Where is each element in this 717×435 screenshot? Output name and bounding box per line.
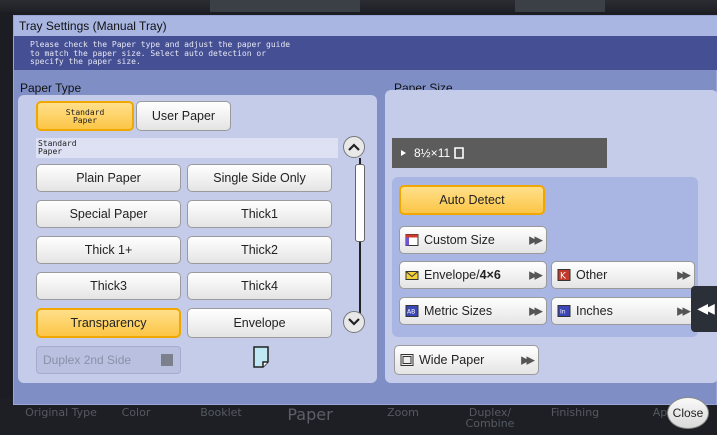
option-transparency[interactable]: Transparency xyxy=(36,308,181,338)
option-plain-paper[interactable]: Plain Paper xyxy=(36,164,181,192)
top-chrome xyxy=(0,0,717,12)
wide-paper-icon xyxy=(400,354,414,366)
instruction-text: Please check the Paper type and adjust t… xyxy=(14,36,717,70)
duplex-2nd-side-button: Duplex 2nd Side xyxy=(36,346,181,374)
option-single-side-only[interactable]: Single Side Only xyxy=(187,164,332,192)
envelope-size-text: 4×6 xyxy=(479,268,501,282)
other-label: Other xyxy=(576,268,608,282)
chevron-down-icon xyxy=(348,318,360,326)
envelope-icon xyxy=(405,271,419,280)
scrollbar-thumb[interactable] xyxy=(355,164,365,242)
double-chevron-right-icon: ▶▶ xyxy=(529,305,543,318)
bg-tab-finishing: Finishing xyxy=(550,406,600,419)
custom-size-icon xyxy=(405,234,419,246)
scroll-down-button[interactable] xyxy=(343,311,365,333)
current-size-text: 8½×11 xyxy=(414,146,451,160)
double-chevron-left-icon: ◀◀ xyxy=(697,301,714,317)
option-thick1[interactable]: Thick1 xyxy=(187,200,332,228)
portrait-orientation-icon xyxy=(454,147,464,159)
bg-tab-paper: Paper xyxy=(287,405,333,424)
metric-size-icon: AB xyxy=(405,305,419,317)
wide-paper-label: Wide Paper xyxy=(419,353,485,367)
envelope-button[interactable]: Envelope/4×6 ▶▶ xyxy=(399,261,547,289)
standard-paper-group-label: Standard Paper xyxy=(36,138,338,158)
option-special-paper[interactable]: Special Paper xyxy=(36,200,181,228)
metric-sizes-label: Metric Sizes xyxy=(424,304,493,318)
double-chevron-right-icon: ▶▶ xyxy=(677,269,691,282)
double-chevron-right-icon: ▶▶ xyxy=(677,305,691,318)
wide-paper-button[interactable]: Wide Paper ▶▶ xyxy=(394,345,539,375)
scroll-up-button[interactable] xyxy=(343,136,365,158)
double-chevron-right-icon: ▶▶ xyxy=(521,354,535,367)
bg-tab-booklet: Booklet xyxy=(200,406,242,419)
tab-standard-paper[interactable]: Standard Paper xyxy=(36,101,134,131)
option-thick2[interactable]: Thick2 xyxy=(187,236,332,264)
scrollbar[interactable] xyxy=(355,158,365,318)
tray-icon xyxy=(401,150,406,156)
custom-size-label: Custom Size xyxy=(424,233,495,247)
checkbox-icon xyxy=(161,354,173,366)
inch-size-icon: In xyxy=(557,305,571,317)
option-thick4[interactable]: Thick4 xyxy=(187,272,332,300)
auto-detect-button[interactable]: Auto Detect xyxy=(399,185,545,215)
inches-button[interactable]: In Inches ▶▶ xyxy=(551,297,695,325)
bg-tab-original-type: Original Type xyxy=(25,406,97,419)
chevron-up-icon xyxy=(348,143,360,151)
bg-tab-zoom: Zoom xyxy=(387,406,419,419)
other-size-icon: K xyxy=(557,269,571,282)
custom-size-button[interactable]: Custom Size ▶▶ xyxy=(399,226,547,254)
inches-label: Inches xyxy=(576,304,613,318)
double-chevron-right-icon: ▶▶ xyxy=(529,234,543,247)
metric-sizes-button[interactable]: AB Metric Sizes ▶▶ xyxy=(399,297,547,325)
current-size-display: 8½×11 xyxy=(392,138,607,168)
instruction-line-3: specify the paper size. xyxy=(30,57,141,66)
paper-type-label: Paper Type xyxy=(20,81,82,95)
bg-tab-duplex: Duplex/ Combine xyxy=(465,406,515,430)
option-thick1-plus[interactable]: Thick 1+ xyxy=(36,236,181,264)
paper-sheet-icon xyxy=(253,346,269,372)
option-envelope[interactable]: Envelope xyxy=(187,308,332,338)
svg-text:In: In xyxy=(560,309,566,316)
side-panel-toggle[interactable]: ◀◀ xyxy=(691,286,717,332)
duplex-label: Duplex 2nd Side xyxy=(43,353,132,367)
envelope-label: Envelope/4×6 xyxy=(424,268,501,282)
option-thick3[interactable]: Thick3 xyxy=(36,272,181,300)
tab-user-paper[interactable]: User Paper xyxy=(136,101,231,131)
envelope-label-text: Envelope/ xyxy=(424,268,480,282)
other-button[interactable]: K Other ▶▶ xyxy=(551,261,695,289)
bg-tab-color: Color xyxy=(121,406,151,419)
tray-settings-dialog: Tray Settings (Manual Tray) Please check… xyxy=(13,15,717,405)
svg-text:AB: AB xyxy=(407,309,415,316)
group-label-text: Standard Paper xyxy=(38,139,77,156)
double-chevron-right-icon: ▶▶ xyxy=(529,269,543,282)
dialog-title: Tray Settings (Manual Tray) xyxy=(14,16,717,36)
close-button[interactable]: Close xyxy=(667,397,709,429)
